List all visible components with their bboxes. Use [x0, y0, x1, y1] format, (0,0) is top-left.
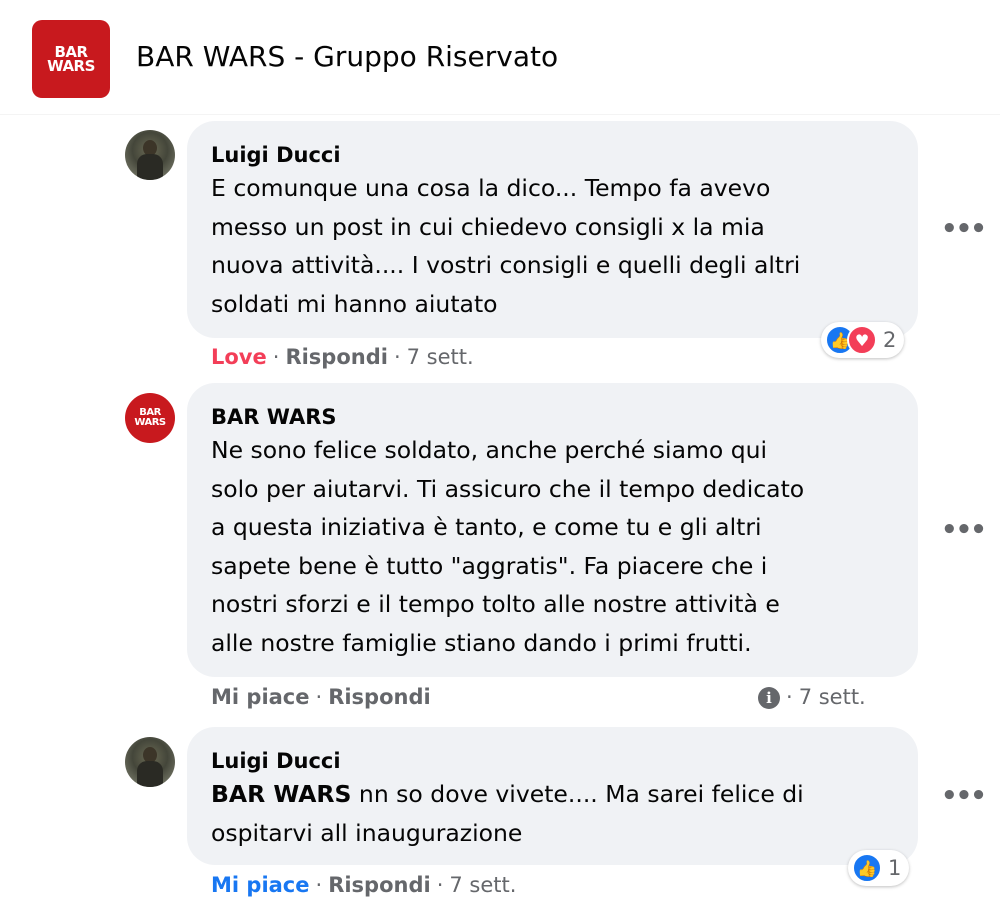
- reactions-summary[interactable]: 👍 1: [848, 850, 910, 886]
- separator: ·: [393, 345, 401, 369]
- comment-actions: Mi piace · Rispondi: [211, 685, 431, 709]
- timestamp[interactable]: 7 sett.: [407, 345, 474, 369]
- separator: ·: [786, 685, 793, 709]
- logo-line-2: WARS: [47, 57, 95, 75]
- mention-link[interactable]: BAR WARS: [211, 780, 351, 808]
- avatar-body-shape: [137, 761, 163, 787]
- comment-bubble: Luigi Ducci E comunque una cosa la dico.…: [187, 121, 918, 338]
- more-options-icon[interactable]: •••: [941, 216, 987, 242]
- comment-meta: i · 7 sett.: [758, 685, 866, 709]
- love-button[interactable]: Love: [211, 345, 267, 369]
- like-button[interactable]: Mi piace: [211, 873, 310, 897]
- more-options-icon[interactable]: •••: [941, 517, 987, 543]
- separator: ·: [272, 345, 280, 369]
- avatar[interactable]: [125, 130, 175, 180]
- comment-text: E comunque una cosa la dico... Tempo fa …: [211, 174, 801, 318]
- reply-button[interactable]: Rispondi: [328, 685, 431, 709]
- avatar-body-shape: [137, 154, 163, 180]
- reaction-count: 1: [888, 856, 902, 880]
- group-logo[interactable]: BAR WARS: [32, 20, 110, 98]
- group-header: BAR WARS BAR WARS - Gruppo Riservato: [0, 0, 1000, 115]
- comment-actions: Love · Rispondi · 7 sett.: [211, 345, 474, 369]
- group-title[interactable]: BAR WARS - Gruppo Riservato: [136, 40, 558, 73]
- comment-text: BAR WARS nn so dove vivete.... Ma sarei …: [211, 775, 894, 852]
- avatar[interactable]: [125, 737, 175, 787]
- like-button[interactable]: Mi piace: [211, 685, 310, 709]
- comment-actions: Mi piace · Rispondi · 7 sett.: [211, 873, 516, 897]
- separator: ·: [315, 685, 323, 709]
- heart-icon: ♥: [847, 325, 877, 355]
- comment-text: Ne sono felice soldato, anche perché sia…: [211, 436, 805, 657]
- info-icon[interactable]: i: [758, 687, 780, 709]
- like-icon: 👍: [852, 853, 882, 883]
- comment-bubble: Luigi Ducci BAR WARS nn so dove vivete..…: [187, 727, 918, 865]
- reactions-summary[interactable]: 👍 ♥ 2: [821, 322, 905, 358]
- timestamp[interactable]: 7 sett.: [449, 873, 516, 897]
- separator: ·: [315, 873, 323, 897]
- reply-button[interactable]: Rispondi: [328, 873, 431, 897]
- reply-button[interactable]: Rispondi: [285, 345, 388, 369]
- separator: ·: [436, 873, 444, 897]
- logo-line-2: WARS: [134, 417, 166, 428]
- more-options-icon[interactable]: •••: [941, 783, 987, 809]
- comment-author[interactable]: Luigi Ducci: [211, 141, 894, 169]
- comment-author[interactable]: BAR WARS: [211, 403, 894, 431]
- reaction-count: 2: [883, 328, 897, 352]
- avatar[interactable]: BAR WARS: [125, 393, 175, 443]
- comment-bubble: BAR WARS Ne sono felice soldato, anche p…: [187, 383, 918, 677]
- timestamp[interactable]: 7 sett.: [799, 685, 866, 709]
- comment-author[interactable]: Luigi Ducci: [211, 747, 894, 775]
